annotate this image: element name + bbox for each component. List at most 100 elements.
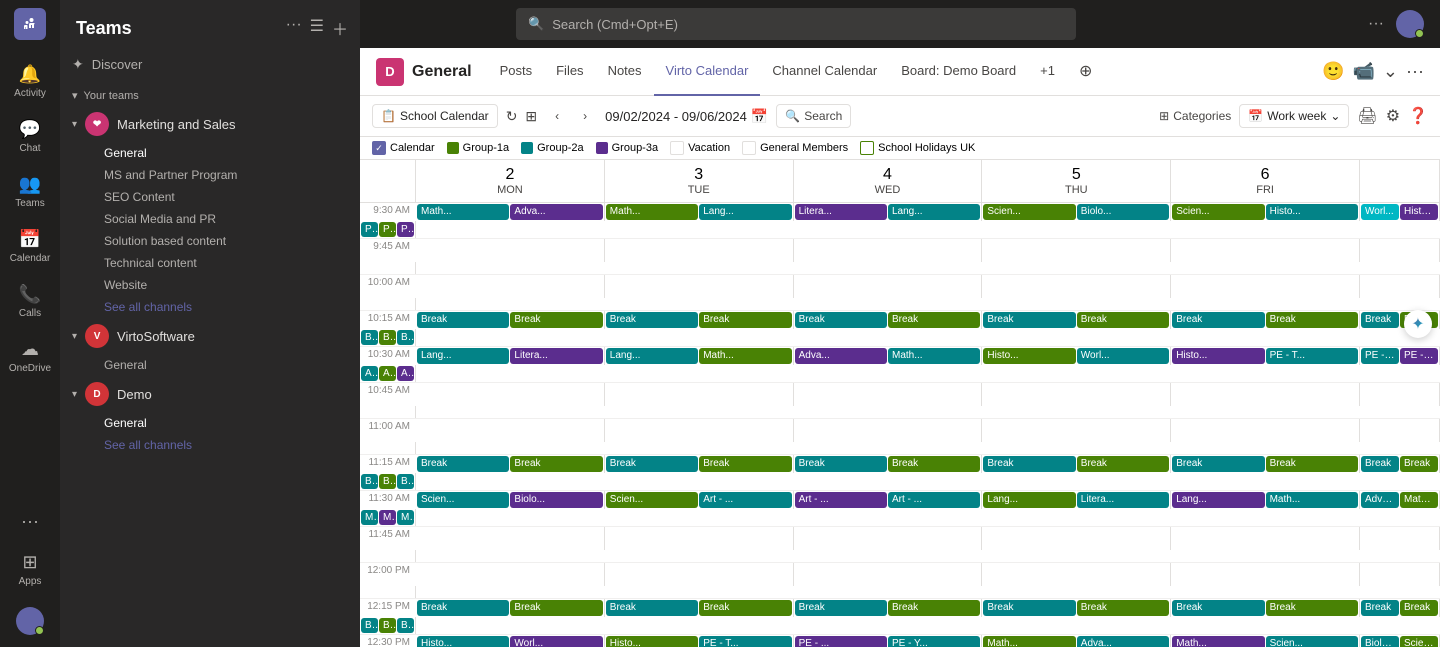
cal-cell[interactable] (982, 383, 1171, 406)
channel-more-icon[interactable]: ··· (1406, 61, 1424, 82)
cal-cell[interactable]: Lang...Math... (1171, 491, 1360, 509)
cal-cell[interactable]: PE - ...PE - Y... (1360, 347, 1440, 365)
next-week-btn[interactable]: › (573, 104, 597, 128)
cal-cell[interactable] (605, 527, 794, 550)
event-block[interactable]: Break (510, 312, 602, 328)
event-block[interactable]: PE - T... (699, 636, 791, 647)
event-block[interactable]: Worl... (1361, 204, 1399, 220)
event-block[interactable]: Biolo... (1077, 204, 1169, 220)
team-demo[interactable]: ▾ D Demo (60, 376, 360, 412)
cal-cell[interactable]: BreakBreak (982, 311, 1171, 329)
cal-cell[interactable]: BreakBreak (982, 599, 1171, 617)
cal-cell[interactable] (416, 527, 605, 550)
cal-cell[interactable] (982, 527, 1171, 550)
cal-cell[interactable] (1360, 383, 1440, 406)
rail-item-more[interactable]: ··· (2, 503, 58, 540)
event-block[interactable]: Break (379, 618, 396, 634)
user-avatar[interactable] (16, 607, 44, 635)
event-block[interactable]: Break (397, 618, 414, 634)
cal-cell[interactable]: Adva...Math... (1360, 491, 1440, 509)
tab-virto-calendar[interactable]: Virto Calendar (654, 48, 761, 96)
cal-cell[interactable] (794, 239, 983, 262)
your-teams-header[interactable]: ▾ Your teams (60, 81, 360, 106)
cal-cell[interactable] (1360, 527, 1440, 550)
cal-cell[interactable]: BreakBreakBreak (360, 329, 416, 347)
cal-cell[interactable] (794, 275, 983, 298)
prev-week-btn[interactable]: ‹ (545, 104, 569, 128)
cal-cell[interactable]: BreakBreakBreak (360, 617, 416, 635)
event-block[interactable]: Math... (606, 204, 698, 220)
event-block[interactable]: Math... (417, 204, 509, 220)
cal-cell[interactable]: BreakBreak (416, 311, 605, 329)
categories-btn[interactable]: ⊞ Categories (1159, 109, 1231, 123)
event-block[interactable]: Break (379, 330, 396, 346)
tab-demo-board[interactable]: Board: Demo Board (889, 48, 1028, 96)
event-block[interactable]: Break (606, 456, 698, 472)
cal-cell[interactable] (605, 419, 794, 442)
cal-cell[interactable]: Lang...Math... (605, 347, 794, 365)
cal-cell[interactable]: Histo...Worl... (416, 635, 605, 647)
event-block[interactable]: Math... (888, 348, 980, 364)
event-block[interactable]: Adva... (510, 204, 602, 220)
tab-notes[interactable]: Notes (596, 48, 654, 96)
cal-cell[interactable] (1171, 527, 1360, 550)
cal-cell[interactable]: Math...Lang... (605, 203, 794, 221)
event-block[interactable]: Litera... (1077, 492, 1169, 508)
sidebar-filter-icon[interactable]: ☰ (310, 16, 324, 40)
legend-school-holidays[interactable]: School Holidays UK (860, 141, 975, 155)
cal-cell[interactable]: Worl...Histo... (1360, 203, 1440, 221)
event-block[interactable]: Break (1361, 600, 1399, 616)
team-virto[interactable]: ▾ V VirtoSoftware (60, 318, 360, 354)
rail-item-teams[interactable]: 👥 Teams (2, 166, 58, 217)
channel-general-demo[interactable]: General (60, 412, 360, 434)
event-block[interactable]: Lang... (699, 204, 791, 220)
event-block[interactable]: Lang... (888, 204, 980, 220)
event-block[interactable]: Lang... (417, 348, 509, 364)
channel-general-virto[interactable]: General (60, 354, 360, 376)
event-block[interactable]: Litera... (510, 348, 602, 364)
cal-cell[interactable] (794, 419, 983, 442)
event-block[interactable]: Break (1077, 312, 1169, 328)
event-block[interactable]: Break (699, 456, 791, 472)
settings-icon[interactable]: ⚙ (1386, 106, 1400, 126)
event-block[interactable]: Math... (1400, 492, 1438, 508)
event-block[interactable]: Adva... (1077, 636, 1169, 647)
cal-cell[interactable] (360, 550, 416, 562)
school-calendar-btn[interactable]: 📋 School Calendar (372, 104, 498, 128)
cal-cell[interactable]: Scien...Biolo... (416, 491, 605, 509)
cal-cell[interactable]: BreakBreakBreak (360, 473, 416, 491)
cal-cell[interactable] (416, 383, 605, 406)
legend-checkbox-cal[interactable]: ✓ Calendar (372, 141, 435, 155)
cal-cell[interactable] (1171, 239, 1360, 262)
cal-cell[interactable] (1360, 419, 1440, 442)
sidebar-add-icon[interactable]: ＋ (332, 16, 348, 40)
event-block[interactable]: Histo... (606, 636, 698, 647)
cal-cell[interactable]: Biolo...Scien... (1360, 635, 1440, 647)
event-block[interactable]: Litera... (795, 204, 887, 220)
cal-cell[interactable]: Math...Adva... (416, 203, 605, 221)
event-block[interactable]: Break (1266, 456, 1358, 472)
emoji-icon[interactable]: 🙂 (1322, 61, 1344, 82)
cal-cell[interactable]: BreakBreak (605, 599, 794, 617)
channel-ms-partner[interactable]: MS and Partner Program (60, 164, 360, 186)
cal-cell[interactable]: BreakBreak (1171, 455, 1360, 473)
cal-cell[interactable]: Art - ...Art - ...Art - ... (360, 365, 416, 383)
cal-cell[interactable] (605, 563, 794, 586)
cal-cell[interactable]: Lang...Litera... (416, 347, 605, 365)
cal-cell[interactable]: Art - ...Art - ... (794, 491, 983, 509)
chevron-down-icon[interactable]: ⌄ (1383, 61, 1398, 82)
cal-cell[interactable] (1360, 239, 1440, 262)
channel-website[interactable]: Website (60, 274, 360, 296)
event-block[interactable]: Break (1361, 456, 1399, 472)
cal-cell[interactable]: Histo...Worl... (982, 347, 1171, 365)
cal-cell[interactable]: BreakBreak (605, 455, 794, 473)
cal-cell[interactable] (360, 442, 416, 454)
cal-cell[interactable] (794, 383, 983, 406)
event-block[interactable]: Scien... (1266, 636, 1358, 647)
cal-cell[interactable]: Math...Adva... (982, 635, 1171, 647)
rail-item-chat[interactable]: 💬 Chat (2, 111, 58, 162)
cal-search[interactable]: 🔍 Search (776, 104, 851, 128)
event-block[interactable]: Break (1400, 456, 1438, 472)
cal-cell[interactable]: Lang...Litera... (982, 491, 1171, 509)
event-block[interactable]: Break (606, 312, 698, 328)
